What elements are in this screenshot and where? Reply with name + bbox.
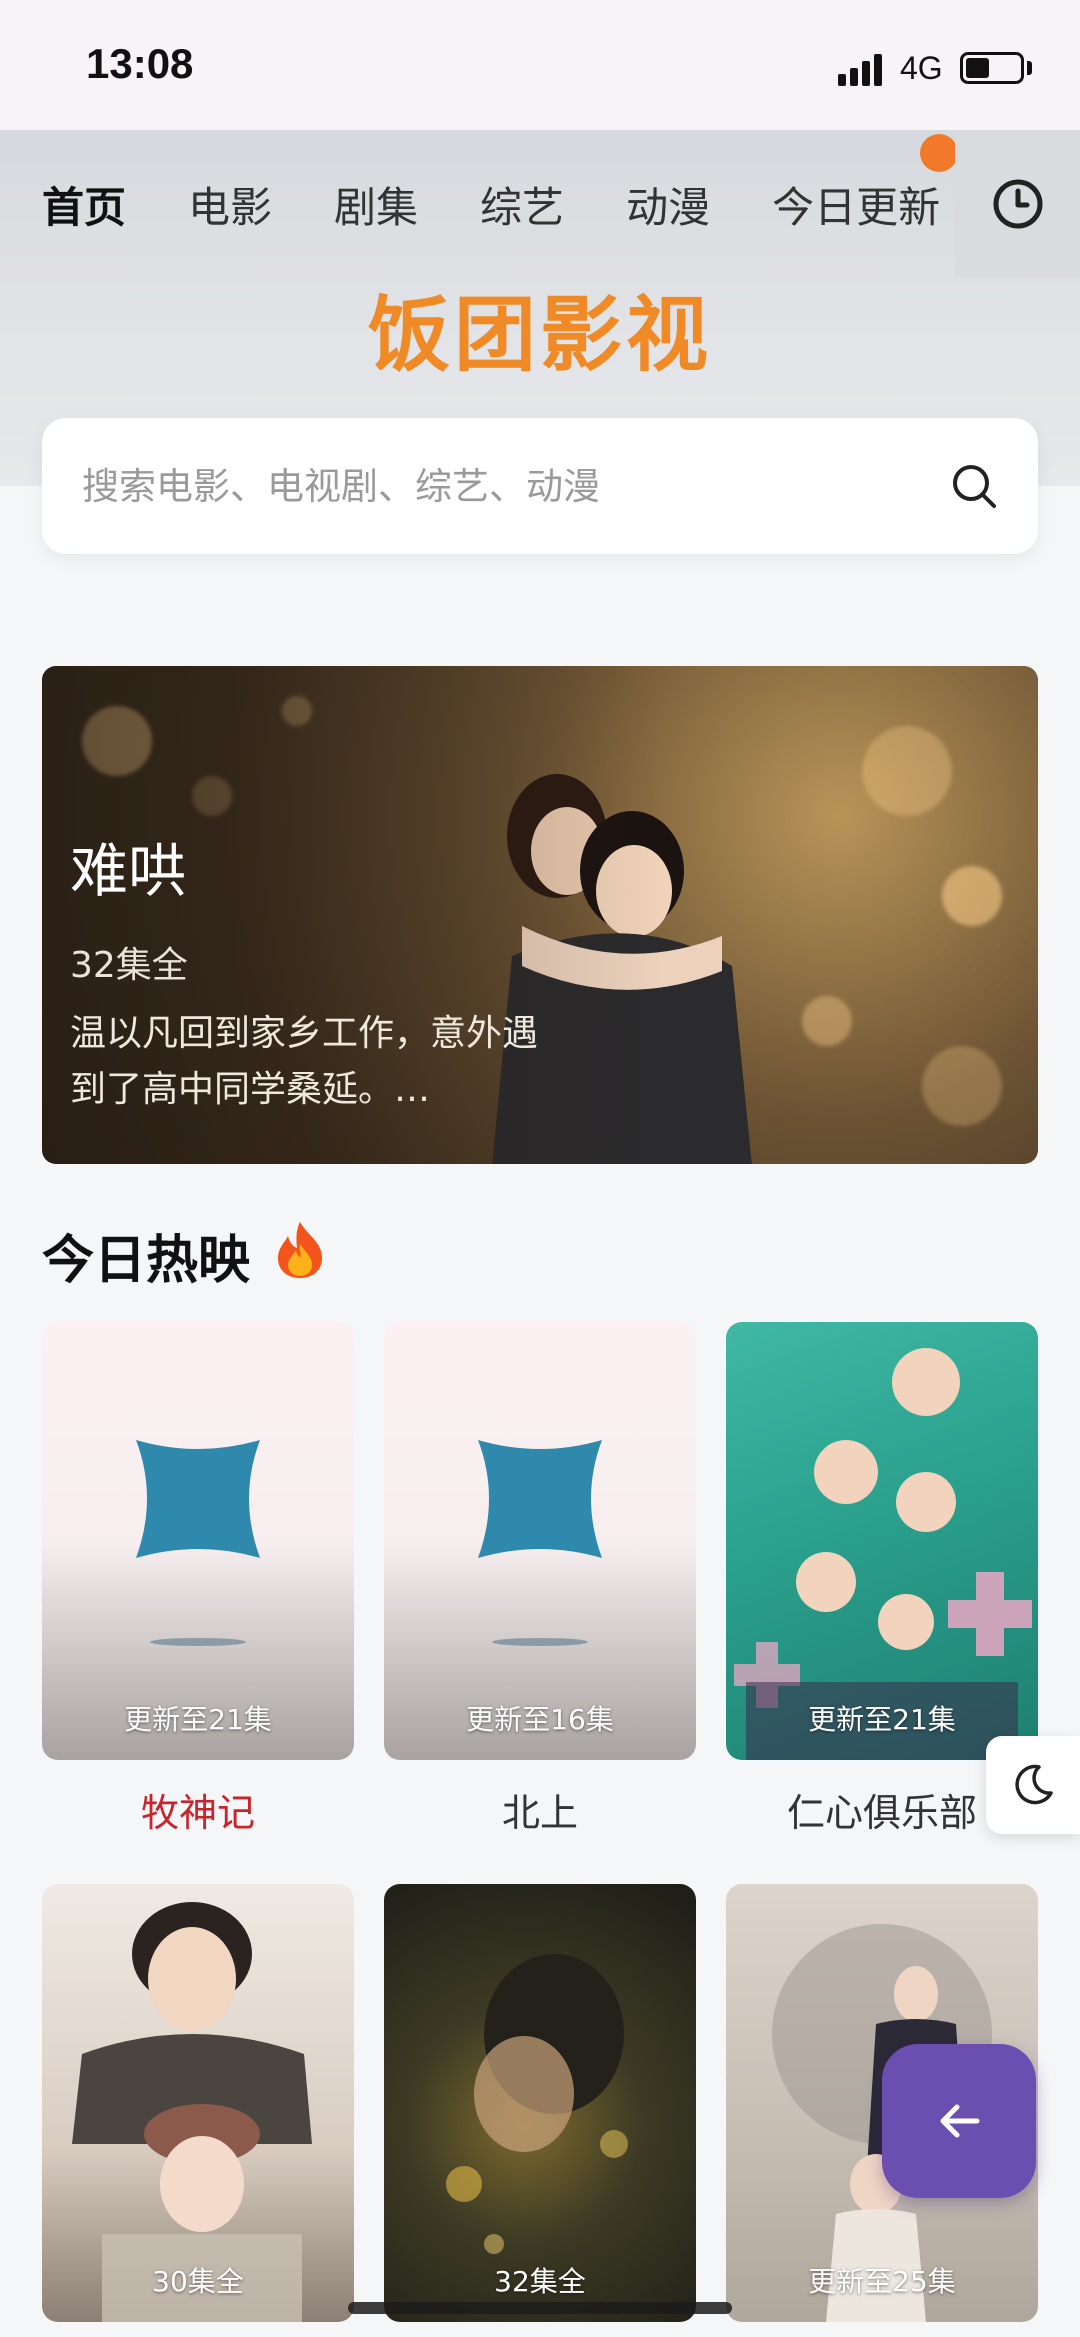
section-title: 今日热映 <box>42 1231 251 1291</box>
placeholder-image <box>136 1440 260 1646</box>
notification-badge <box>920 133 959 172</box>
banner-description: 温以凡回到家乡工作，意外遇到了高中同学桑延。… <box>70 1013 539 1110</box>
arrow-left-icon <box>940 2104 980 2138</box>
placeholder-image <box>478 1440 602 1646</box>
movie-poster: 更新至16集 <box>384 1322 696 1760</box>
episode-label: 更新至16集 <box>466 1703 614 1736</box>
tab-anime[interactable]: 动漫 <box>626 174 710 235</box>
episode-label: 更新至21集 <box>124 1703 272 1736</box>
tab-today-updates[interactable]: 今日更新 <box>772 133 959 235</box>
status-time: 13:08 <box>86 40 194 87</box>
app-logo: 饭团影视 <box>367 288 712 383</box>
battery-cap <box>1027 61 1032 75</box>
episode-label: 32集全 <box>494 2265 586 2298</box>
movie-poster: 30集全 <box>42 1884 354 2322</box>
tab-variety[interactable]: 综艺 <box>480 174 564 235</box>
back-button[interactable] <box>882 2044 1036 2198</box>
tab-movies[interactable]: 电影 <box>188 174 272 235</box>
moon-icon <box>1015 1764 1053 1805</box>
movie-title: 北上 <box>501 1791 578 1835</box>
search-icon[interactable] <box>950 462 998 510</box>
signal-icon <box>838 52 886 86</box>
movie-poster: 32集全 <box>384 1884 696 2322</box>
featured-banner[interactable]: 难哄 32集全 温以凡回到家乡工作，意外遇到了高中同学桑延。… <box>42 666 1038 1164</box>
clock-icon <box>993 179 1042 229</box>
movie-poster: 更新至21集 <box>726 1322 1038 1760</box>
status-bar: 13:08 4G <box>0 0 1080 130</box>
episode-label: 更新至25集 <box>808 2265 956 2298</box>
movie-poster: 更新至21集 <box>42 1322 354 1760</box>
battery-level <box>966 58 989 78</box>
tab-home[interactable]: 首页 <box>39 174 129 235</box>
history-button[interactable] <box>955 130 1080 278</box>
tab-today-updates-label: 今日更新 <box>772 182 941 232</box>
episode-label: 更新至21集 <box>808 1703 956 1736</box>
search-input[interactable] <box>82 418 942 554</box>
home-indicator[interactable] <box>348 2302 732 2314</box>
search-bar[interactable] <box>42 418 1038 554</box>
banner-episodes: 32集全 <box>70 945 188 986</box>
poster-artwork <box>72 1902 312 2322</box>
tab-series[interactable]: 剧集 <box>334 174 418 235</box>
night-mode-button[interactable] <box>986 1736 1080 1834</box>
battery-icon <box>960 52 1024 84</box>
banner-title: 难哄 <box>70 837 187 905</box>
episode-label: 30集全 <box>152 2265 244 2298</box>
poster-artwork <box>446 1954 628 2254</box>
poster-artwork <box>734 1348 1032 1760</box>
fire-icon <box>278 1222 322 1278</box>
movie-title: 牧神记 <box>140 1791 255 1835</box>
network-label: 4G <box>900 50 943 86</box>
nav-tabs: 首页 电影 剧集 综艺 动漫 今日更新 <box>0 130 959 278</box>
